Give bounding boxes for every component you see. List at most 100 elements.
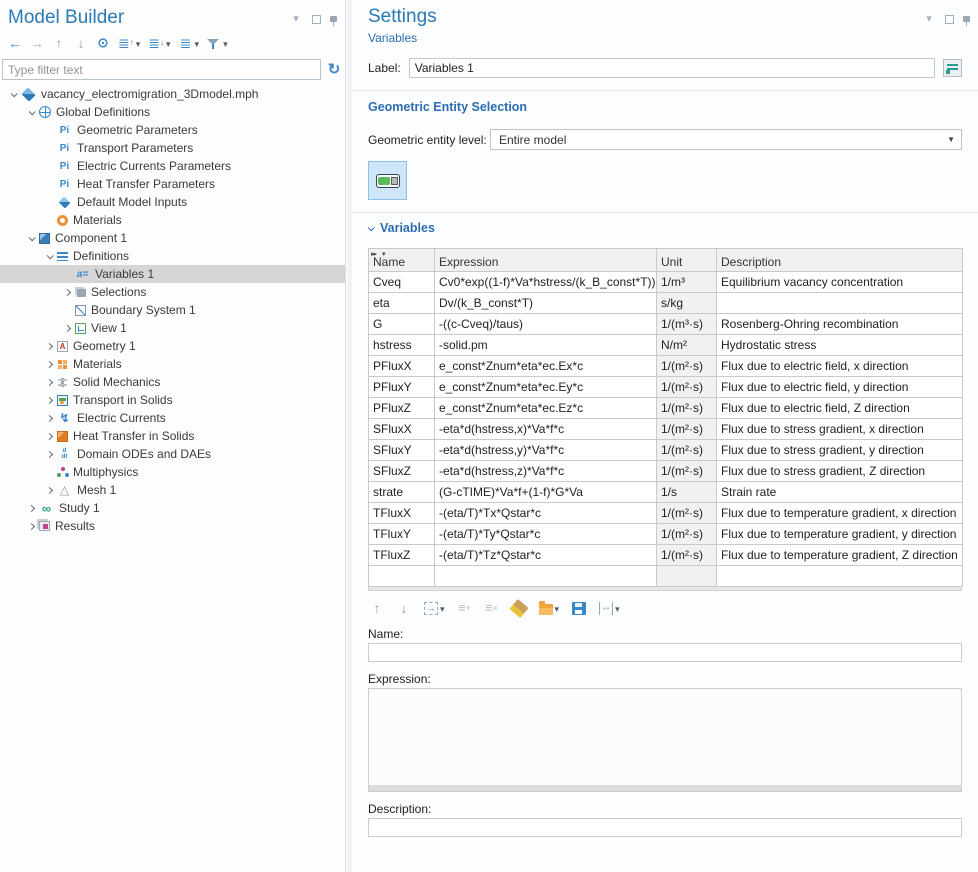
expression-cell[interactable]: e_const*Znum*eta*ec.Ex*c — [435, 356, 657, 377]
name-cell[interactable]: PFluxX — [369, 356, 435, 377]
description-cell[interactable]: Flux due to electric field, x direction — [717, 356, 963, 377]
move-down-button[interactable] — [395, 600, 413, 616]
add-button[interactable] — [456, 600, 474, 616]
expression-scrollbar[interactable] — [369, 785, 961, 791]
name-cell[interactable]: PFluxZ — [369, 398, 435, 419]
unit-cell[interactable]: N/m² — [657, 335, 717, 356]
name-cell[interactable]: SFluxY — [369, 440, 435, 461]
description-input[interactable] — [368, 818, 962, 837]
panel-menu-icon[interactable] — [289, 12, 303, 26]
expand-all-button[interactable] — [116, 35, 142, 51]
move-up-button[interactable] — [50, 35, 68, 51]
description-cell[interactable]: Flux due to temperature gradient, x dire… — [717, 503, 963, 524]
load-button[interactable] — [537, 600, 562, 616]
unit-cell[interactable]: 1/(m²·s) — [657, 419, 717, 440]
tree-item-domain-odes-and-daes[interactable]: Domain ODEs and DAEs — [0, 445, 345, 463]
expander-icon[interactable] — [6, 92, 21, 97]
label-input[interactable] — [409, 58, 935, 78]
node-label-button[interactable] — [177, 35, 202, 51]
tree-item-geometric-parameters[interactable]: Geometric Parameters — [0, 121, 345, 139]
name-cell[interactable]: SFluxX — [369, 419, 435, 440]
expander-icon[interactable] — [42, 380, 57, 385]
expression-cell[interactable]: -(eta/T)*Ty*Qstar*c — [435, 524, 657, 545]
expander-icon[interactable] — [24, 236, 39, 241]
tree-item-mesh-1[interactable]: Mesh 1 — [0, 481, 345, 499]
expander-icon[interactable] — [42, 344, 57, 349]
description-cell[interactable] — [717, 293, 963, 314]
refresh-icon[interactable] — [327, 63, 341, 77]
move-down-button[interactable] — [72, 35, 90, 51]
column-width-button[interactable] — [597, 600, 622, 616]
forward-button[interactable] — [28, 35, 46, 51]
name-cell[interactable]: G — [369, 314, 435, 335]
tree-item-heat-transfer-in-solids[interactable]: Heat Transfer in Solids — [0, 427, 345, 445]
name-cell[interactable]: SFluxZ — [369, 461, 435, 482]
tree-item-multiphysics[interactable]: Multiphysics — [0, 463, 345, 481]
name-cell[interactable]: TFluxY — [369, 524, 435, 545]
move-up-button[interactable] — [368, 600, 386, 616]
unit-cell[interactable]: s/kg — [657, 293, 717, 314]
back-button[interactable] — [6, 35, 24, 51]
tree-filter-input[interactable] — [2, 59, 321, 80]
sweep-button[interactable] — [510, 601, 528, 616]
geometric-entity-heading[interactable]: Geometric Entity Selection — [368, 100, 962, 114]
expression-cell[interactable]: (G-cTIME)*Va*f+(1-f)*G*Va — [435, 482, 657, 503]
description-cell[interactable] — [717, 566, 963, 587]
panel-menu-icon[interactable] — [922, 12, 936, 26]
float-window-icon[interactable] — [312, 15, 321, 24]
tree-item-study-1[interactable]: Study 1 — [0, 499, 345, 517]
save-button[interactable] — [570, 601, 588, 616]
expander-icon[interactable] — [42, 254, 57, 259]
description-cell[interactable]: Hydrostatic stress — [717, 335, 963, 356]
tree-item-transport-in-solids[interactable]: Transport in Solids — [0, 391, 345, 409]
show-button[interactable] — [94, 35, 112, 51]
name-cell[interactable] — [369, 566, 435, 587]
unit-cell[interactable]: 1/(m²·s) — [657, 545, 717, 566]
expression-cell[interactable]: Dv/(k_B_const*T) — [435, 293, 657, 314]
tree-item-view-1[interactable]: View 1 — [0, 319, 345, 337]
expander-icon[interactable] — [24, 524, 39, 529]
expression-cell[interactable]: -eta*d(hstress,y)*Va*f*c — [435, 440, 657, 461]
description-cell[interactable]: Flux due to stress gradient, Z direction — [717, 461, 963, 482]
tree-item-component-1[interactable]: Component 1 — [0, 229, 345, 247]
unit-cell[interactable]: 1/(m²·s) — [657, 398, 717, 419]
expression-cell[interactable]: e_const*Znum*eta*ec.Ez*c — [435, 398, 657, 419]
description-cell[interactable]: Equilibrium vacancy concentration — [717, 272, 963, 293]
expander-icon[interactable] — [42, 434, 57, 439]
description-cell[interactable]: Strain rate — [717, 482, 963, 503]
expander-icon[interactable] — [42, 452, 57, 457]
unit-cell[interactable] — [657, 566, 717, 587]
pin-icon[interactable] — [330, 16, 337, 22]
name-cell[interactable]: strate — [369, 482, 435, 503]
tree-item-geometry-1[interactable]: Geometry 1 — [0, 337, 345, 355]
tree-item-electric-currents-parameters[interactable]: Electric Currents Parameters — [0, 157, 345, 175]
name-cell[interactable]: hstress — [369, 335, 435, 356]
description-cell[interactable]: Flux due to temperature gradient, y dire… — [717, 524, 963, 545]
name-cell[interactable]: TFluxZ — [369, 545, 435, 566]
collapse-all-button[interactable] — [146, 35, 172, 51]
name-cell[interactable]: Cveq — [369, 272, 435, 293]
expression-cell[interactable]: -solid.pm — [435, 335, 657, 356]
expression-cell[interactable]: Cv0*exp((1-f)*Va*hstress/(k_B_const*T)) — [435, 272, 657, 293]
unit-cell[interactable]: 1/(m²·s) — [657, 377, 717, 398]
description-cell[interactable]: Flux due to electric field, y direction — [717, 377, 963, 398]
tree-item-solid-mechanics[interactable]: Solid Mechanics — [0, 373, 345, 391]
rename-form-icon[interactable] — [943, 59, 962, 77]
expression-input[interactable] — [368, 688, 962, 792]
tree-item-boundary-system-1[interactable]: Boundary System 1 — [0, 301, 345, 319]
description-cell[interactable]: Rosenberg-Ohring recombination — [717, 314, 963, 335]
expander-icon[interactable] — [60, 290, 75, 295]
description-cell[interactable]: Flux due to stress gradient, y direction — [717, 440, 963, 461]
table-scrollbar[interactable] — [368, 587, 962, 591]
float-window-icon[interactable] — [945, 15, 954, 24]
tree-item-global-definitions[interactable]: Global Definitions — [0, 103, 345, 121]
expression-cell[interactable]: e_const*Znum*eta*ec.Ey*c — [435, 377, 657, 398]
expression-cell[interactable]: -eta*d(hstress,x)*Va*f*c — [435, 419, 657, 440]
tree-item-variables-1[interactable]: Variables 1 — [0, 265, 345, 283]
tree-item-electric-currents[interactable]: Electric Currents — [0, 409, 345, 427]
entity-level-select[interactable]: Entire model ▼ — [490, 129, 962, 150]
move-to-button[interactable] — [422, 600, 447, 616]
description-cell[interactable]: Flux due to electric field, Z direction — [717, 398, 963, 419]
unit-cell[interactable]: 1/s — [657, 482, 717, 503]
unit-cell[interactable]: 1/(m³·s) — [657, 314, 717, 335]
